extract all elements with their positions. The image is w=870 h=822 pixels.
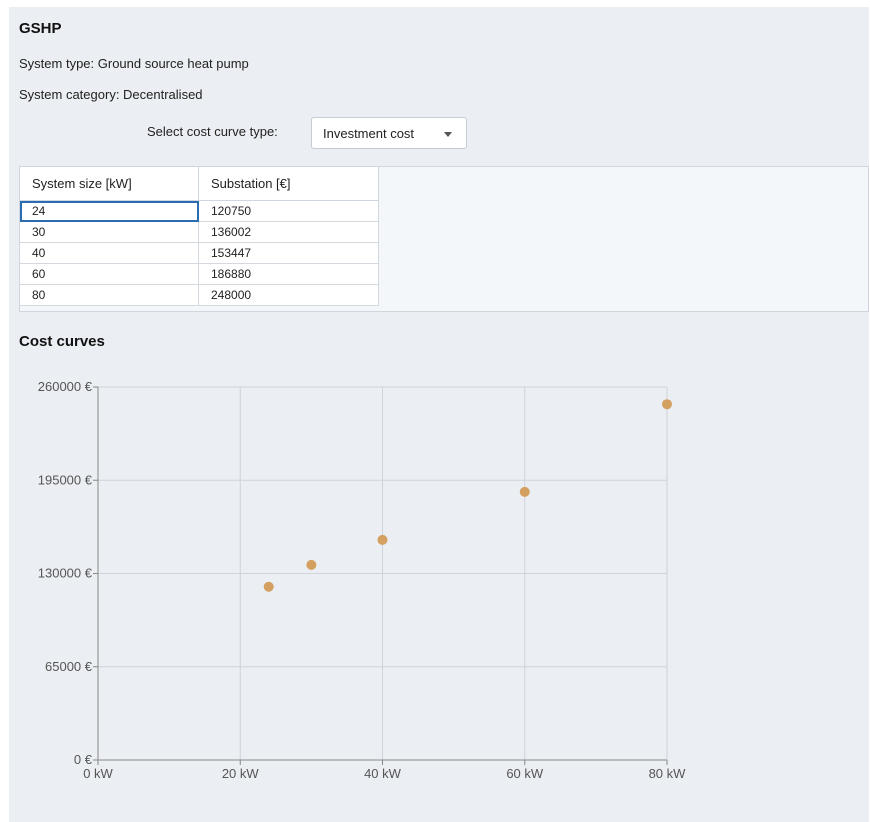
page-title: GSHP <box>19 20 62 37</box>
caret-down-icon <box>444 132 452 137</box>
data-point <box>519 486 530 497</box>
table-cell-cost[interactable]: 248000 <box>198 284 379 306</box>
column-header-substation[interactable]: Substation [€] <box>198 167 379 201</box>
table-cell-cost[interactable]: 153447 <box>198 242 379 264</box>
x-tick-label: 40 kW <box>364 766 402 781</box>
x-tick-label: 20 kW <box>222 766 260 781</box>
data-point <box>662 399 672 410</box>
table-header-row: System size [kW] Substation [€] <box>20 167 379 201</box>
cost-table-area: System size [kW] Substation [€] 24 12075… <box>19 166 869 312</box>
table-cell-cost[interactable]: 136002 <box>198 221 379 243</box>
x-tick-label: 0 kW <box>83 766 113 781</box>
cost-table: System size [kW] Substation [€] 24 12075… <box>20 167 379 306</box>
table-cell-size[interactable]: 30 <box>20 221 199 243</box>
y-tick-label: 260000 € <box>38 379 93 394</box>
table-cell-size[interactable]: 80 <box>20 284 199 306</box>
cost-curve-type-dropdown[interactable]: Investment cost <box>311 117 467 149</box>
cost-curves-chart: 0 € 65000 € 130000 € 195000 € 260000 € 0 kW 20… <box>38 379 687 781</box>
data-point <box>306 559 317 570</box>
table-cell-cost[interactable]: 120750 <box>198 200 379 222</box>
y-tick-label: 0 € <box>74 752 93 767</box>
data-point <box>377 534 388 545</box>
table-cell-cost[interactable]: 186880 <box>198 263 379 285</box>
table-cell-size[interactable]: 40 <box>20 242 199 264</box>
table-row: 80 248000 <box>20 284 379 306</box>
table-cell-size[interactable]: 60 <box>20 263 199 285</box>
cost-curves-title: Cost curves <box>19 333 105 350</box>
table-row: 30 136002 <box>20 221 379 243</box>
system-category-text: System category: Decentralised <box>19 87 203 102</box>
table-cell-size[interactable]: 24 <box>20 200 199 222</box>
x-tick-label: 60 kW <box>506 766 544 781</box>
cost-curve-type-label: Select cost curve type: <box>147 124 278 139</box>
y-tick-label: 65000 € <box>45 659 93 674</box>
y-tick-label: 130000 € <box>38 566 93 581</box>
table-row: 40 153447 <box>20 242 379 264</box>
data-point <box>263 581 274 592</box>
table-row: 60 186880 <box>20 263 379 285</box>
y-tick-label: 195000 € <box>38 472 93 487</box>
system-type-text: System type: Ground source heat pump <box>19 56 249 71</box>
gshp-panel: GSHP System type: Ground source heat pum… <box>9 7 869 822</box>
x-tick-label: 80 kW <box>649 766 687 781</box>
cost-curve-type-selected: Investment cost <box>323 126 415 141</box>
table-row: 24 120750 <box>20 200 379 222</box>
column-header-system-size[interactable]: System size [kW] <box>20 167 199 201</box>
